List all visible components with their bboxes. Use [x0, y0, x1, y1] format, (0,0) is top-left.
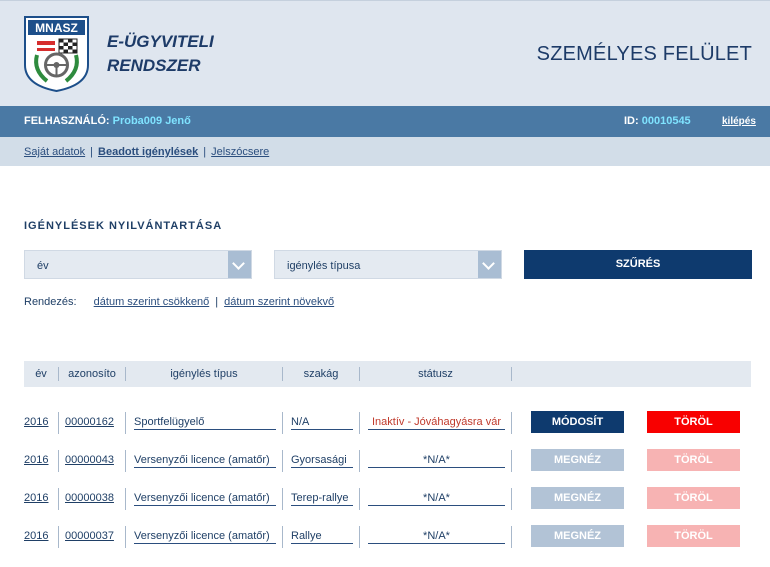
row-divider — [511, 450, 512, 472]
row-divider — [58, 526, 59, 548]
user-label: FELHASZNÁLÓ: — [24, 115, 110, 127]
row-divider — [125, 412, 126, 434]
row-branch: Gyorsasági — [291, 454, 353, 468]
row-divider — [125, 526, 126, 548]
personal-area-title: SZEMÉLYES FELÜLET — [536, 43, 752, 65]
logout-link[interactable]: kilépés — [722, 116, 756, 127]
row-id[interactable]: 00000043 — [65, 454, 114, 467]
user-info: FELHASZNÁLÓ: Proba009 Jenő — [24, 115, 191, 127]
table-row: 2016 00000162 Sportfelügyelő N/A Inaktív… — [0, 410, 770, 438]
nav-separator: | — [90, 146, 94, 158]
header-divider — [511, 367, 512, 381]
delete-button[interactable]: TÖRÖL — [647, 525, 740, 547]
row-divider — [359, 488, 360, 510]
system-title-line2: RENDSZER — [107, 56, 201, 75]
row-divider — [125, 450, 126, 472]
year-select-value: év — [37, 260, 49, 272]
row-divider — [125, 488, 126, 510]
row-divider — [511, 412, 512, 434]
column-year: év — [35, 368, 47, 380]
table-row: 2016 00000037 Versenyzői licence (amatőr… — [0, 524, 770, 552]
user-bar: FELHASZNÁLÓ: Proba009 Jenő ID: 00010545 … — [0, 106, 770, 137]
row-divider — [511, 488, 512, 510]
nav-password-change[interactable]: Jelszócsere — [211, 146, 269, 158]
row-status: *N/A* — [368, 454, 505, 468]
chevron-down-icon[interactable] — [228, 251, 251, 278]
row-id[interactable]: 00000037 — [65, 530, 114, 543]
row-type: Versenyzői licence (amatőr) — [134, 530, 276, 544]
nav-separator: | — [203, 146, 207, 158]
row-branch: Terep-rallye — [291, 492, 353, 506]
user-name: Proba009 Jenő — [112, 115, 191, 127]
row-type: Versenyzői licence (amatőr) — [134, 454, 276, 468]
sort-date-desc-link[interactable]: dátum szerint csökkenő — [94, 296, 210, 308]
header: MNASZ E-ÜGYVITELI RENDSZER SZEMÉLYES FEL… — [0, 0, 770, 106]
row-year[interactable]: 2016 — [24, 530, 48, 543]
nav-bar: Saját adatok | Beadott igénylések | Jelszócs… — [0, 137, 770, 166]
row-divider — [282, 450, 283, 472]
sort-options: Rendezés: dátum szerint csökkenő | dátum s… — [24, 296, 334, 308]
id-label: ID: — [624, 115, 639, 127]
row-year[interactable]: 2016 — [24, 454, 48, 467]
row-divider — [359, 450, 360, 472]
type-select-value: igénylés típusa — [287, 260, 361, 272]
row-status: *N/A* — [368, 530, 505, 544]
column-id: azonosíto — [68, 368, 116, 380]
column-type: igénylés típus — [170, 368, 238, 380]
type-select[interactable]: igénylés típusa — [274, 250, 502, 279]
nav-submitted-requests[interactable]: Beadott igénylések — [98, 146, 198, 158]
delete-button[interactable]: TÖRÖL — [647, 487, 740, 509]
row-divider — [58, 450, 59, 472]
mnasz-logo[interactable]: MNASZ — [23, 15, 90, 93]
sort-label: Rendezés: — [24, 296, 77, 308]
user-id: ID: 00010545 — [624, 115, 691, 127]
row-divider — [58, 412, 59, 434]
view-button[interactable]: MEGNÉZ — [531, 487, 624, 509]
id-value: 00010545 — [641, 115, 691, 127]
row-year[interactable]: 2016 — [24, 492, 48, 505]
system-title-line1: E-ÜGYVITELI — [107, 32, 214, 51]
row-branch: N/A — [291, 416, 353, 430]
row-divider — [58, 488, 59, 510]
table-row: 2016 00000038 Versenyzői licence (amatőr… — [0, 486, 770, 514]
row-year[interactable]: 2016 — [24, 416, 48, 429]
sort-separator: | — [215, 296, 219, 308]
row-divider — [511, 526, 512, 548]
system-title: E-ÜGYVITELI RENDSZER — [107, 30, 214, 78]
filter-button[interactable]: SZŰRÉS — [524, 250, 752, 279]
view-button[interactable]: MEGNÉZ — [531, 449, 624, 471]
section-title: IGÉNYLÉSEK NYILVÁNTARTÁSA — [24, 220, 223, 232]
row-divider — [282, 412, 283, 434]
modify-button[interactable]: MÓDOSÍT — [531, 411, 624, 433]
view-button[interactable]: MEGNÉZ — [531, 525, 624, 547]
row-status: *N/A* — [368, 492, 505, 506]
row-id[interactable]: 00000162 — [65, 416, 114, 429]
row-type: Sportfelügyelő — [134, 416, 276, 430]
chevron-down-icon[interactable] — [478, 251, 501, 278]
column-status: státusz — [418, 368, 453, 380]
row-divider — [359, 412, 360, 434]
row-divider — [359, 526, 360, 548]
table-row: 2016 00000043 Versenyzői licence (amatőr… — [0, 448, 770, 476]
row-id[interactable]: 00000038 — [65, 492, 114, 505]
year-select[interactable]: év — [24, 250, 252, 279]
column-branch: szakág — [303, 368, 339, 380]
row-type: Versenyzői licence (amatőr) — [134, 492, 276, 506]
sort-date-asc-link[interactable]: dátum szerint növekvő — [224, 296, 334, 308]
table-header: év azonosíto igénylés típus szakág státu… — [24, 361, 751, 387]
nav-own-data[interactable]: Saját adatok — [24, 146, 85, 158]
row-branch: Rallye — [291, 530, 353, 544]
delete-button[interactable]: TÖRÖL — [647, 411, 740, 433]
delete-button[interactable]: TÖRÖL — [647, 449, 740, 471]
row-divider — [282, 526, 283, 548]
row-divider — [282, 488, 283, 510]
logo-text: MNASZ — [35, 21, 78, 35]
row-status: Inaktív - Jóváhagyásra vár — [368, 416, 505, 430]
